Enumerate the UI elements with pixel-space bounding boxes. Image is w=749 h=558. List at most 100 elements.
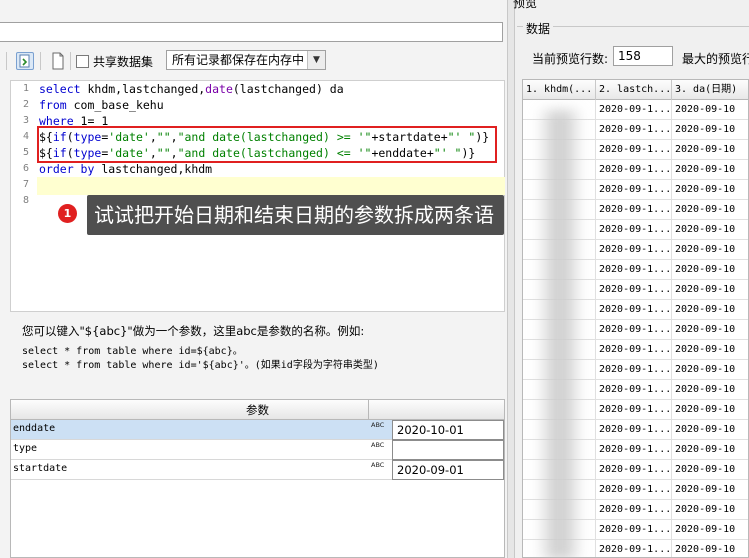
parameter-value-input[interactable]: 2020-09-01: [392, 460, 504, 480]
parameters-table: 参数 enddate ABC 2020-10-01 type ABC startdate A…: [10, 399, 505, 558]
grid-cell: 2020-09-1...: [596, 540, 672, 557]
text-type-icon[interactable]: ABC: [369, 420, 391, 440]
grid-cell: 2020-09-1...: [596, 420, 672, 440]
grid-header: 1. khdm(... 2. lastch... 3. da(日期): [523, 80, 748, 100]
line-number: 1: [22, 83, 29, 94]
grid-cell: 2020-09-1...: [596, 400, 672, 420]
parameter-name: startdate: [13, 463, 68, 474]
grid-cell: 2020-09-1...: [596, 360, 672, 380]
code-text: order by lastchanged,khdm: [39, 161, 212, 177]
grid-cell: 2020-09-10: [672, 300, 748, 320]
code-token: (lastchanged) da: [232, 82, 344, 96]
grid-cell: 2020-09-10: [672, 340, 748, 360]
grid-cell: 2020-09-10: [672, 120, 748, 140]
line-number: 6: [22, 163, 29, 174]
grid-cell: 2020-09-10: [672, 540, 748, 557]
parameter-value-input[interactable]: [392, 440, 504, 460]
grid-cell: 2020-09-1...: [596, 300, 672, 320]
grid-column-header[interactable]: 2. lastch...: [596, 80, 672, 100]
code-token: lastchanged,khdm: [94, 162, 213, 176]
code-token: date: [205, 82, 233, 96]
code-text: from com_base_kehu: [39, 97, 164, 113]
grid-cell: 2020-09-10: [672, 520, 748, 540]
highlight-box: [37, 126, 497, 163]
grid-cell: 2020-09-10: [672, 360, 748, 380]
grid-cell: 2020-09-1...: [596, 520, 672, 540]
chevron-down-icon[interactable]: ▼: [307, 51, 325, 69]
refresh-icon[interactable]: [16, 52, 34, 70]
grid-cell: 2020-09-1...: [596, 460, 672, 480]
grid-cell: 2020-09-1...: [596, 140, 672, 160]
line-number: 4: [22, 131, 29, 142]
text-type-icon[interactable]: ABC: [369, 460, 391, 480]
parameters-header: 参数: [11, 400, 504, 420]
parameter-row[interactable]: startdate ABC 2020-09-01: [11, 460, 504, 480]
dataset-name-input[interactable]: [0, 22, 503, 42]
parameter-row[interactable]: enddate ABC 2020-10-01: [11, 420, 504, 440]
editor-toolbar: 共享数据集 所有记录都保存在内存中 ▼: [0, 48, 507, 74]
code-line[interactable]: 6 order by lastchanged,khdm: [11, 161, 504, 177]
grid-column-header[interactable]: 3. da(日期): [672, 80, 748, 100]
grid-cell: 2020-09-1...: [596, 180, 672, 200]
grid-cell: 2020-09-10: [672, 280, 748, 300]
memory-mode-select[interactable]: 所有记录都保存在内存中 ▼: [166, 50, 326, 70]
line-number: 3: [22, 115, 29, 126]
redacted-blur: [537, 110, 583, 557]
code-token: khdm,lastchanged,: [80, 82, 206, 96]
grid-cell: 2020-09-1...: [596, 120, 672, 140]
parameter-name: enddate: [13, 423, 56, 434]
grid-cell: 2020-09-10: [672, 100, 748, 120]
grid-cell: 2020-09-10: [672, 180, 748, 200]
code-line[interactable]: 2 from com_base_kehu: [11, 97, 504, 113]
grid-cell: 2020-09-1...: [596, 480, 672, 500]
grid-cell: 2020-09-10: [672, 380, 748, 400]
grid-cell: 2020-09-1...: [596, 160, 672, 180]
split-divider[interactable]: [507, 0, 515, 558]
line-number: 5: [22, 147, 29, 158]
grid-cell: 2020-09-10: [672, 200, 748, 220]
grid-cell: 2020-09-1...: [596, 500, 672, 520]
grid-cell: 2020-09-1...: [596, 320, 672, 340]
grid-cell: 2020-09-1...: [596, 440, 672, 460]
grid-cell: 2020-09-10: [672, 480, 748, 500]
toolbar-separator: [70, 52, 71, 70]
parameter-row[interactable]: type ABC: [11, 440, 504, 460]
grid-cell: 2020-09-1...: [596, 100, 672, 120]
grid-cell: 2020-09-10: [672, 240, 748, 260]
grid-cell: 2020-09-10: [672, 500, 748, 520]
text-type-icon[interactable]: ABC: [369, 440, 391, 460]
grid-cell: 2020-09-1...: [596, 380, 672, 400]
grid-cell: 2020-09-10: [672, 260, 748, 280]
line-number: 2: [22, 99, 29, 110]
preview-title: 预览: [513, 0, 538, 10]
rowcount-label: 当前预览行数:: [532, 52, 609, 66]
step-badge: 1: [58, 204, 77, 223]
max-rows-label: 最大的预览行: [682, 52, 749, 66]
grid-cell: 2020-09-10: [672, 400, 748, 420]
code-token: com_base_kehu: [66, 98, 164, 112]
code-text: select khdm,lastchanged,date(lastchanged…: [39, 81, 344, 97]
grid-cell: 2020-09-10: [672, 320, 748, 340]
new-file-icon[interactable]: [50, 52, 68, 70]
grid-cell: 2020-09-10: [672, 460, 748, 480]
toolbar-separator: [6, 52, 7, 70]
grid-cell: 2020-09-1...: [596, 200, 672, 220]
parameter-value-input[interactable]: 2020-10-01: [392, 420, 504, 440]
grid-cell: 2020-09-1...: [596, 340, 672, 360]
data-group-label: 数据: [523, 20, 554, 37]
memory-mode-value: 所有记录都保存在内存中: [172, 53, 305, 67]
grid-column-header[interactable]: 1. khdm(...: [523, 80, 596, 100]
share-dataset-checkbox[interactable]: [76, 55, 89, 68]
toolbar-separator: [40, 52, 41, 70]
code-line[interactable]: 1 select khdm,lastchanged,date(lastchange…: [11, 81, 504, 97]
code-token: order by: [39, 162, 95, 176]
share-dataset-label: 共享数据集: [93, 55, 154, 69]
code-line[interactable]: 7: [11, 177, 504, 193]
annotation-tooltip: 试试把开始日期和结束日期的参数拆成两条语句写: [87, 195, 504, 267]
rowcount-input[interactable]: 158: [613, 46, 673, 66]
grid-cell: 2020-09-10: [672, 140, 748, 160]
grid-cell: 2020-09-10: [672, 220, 748, 240]
line-number: 8: [22, 195, 29, 206]
preview-grid: 1. khdm(... 2. lastch... 3. da(日期) 2020-09…: [522, 79, 749, 558]
grid-cell: 2020-09-10: [672, 160, 748, 180]
